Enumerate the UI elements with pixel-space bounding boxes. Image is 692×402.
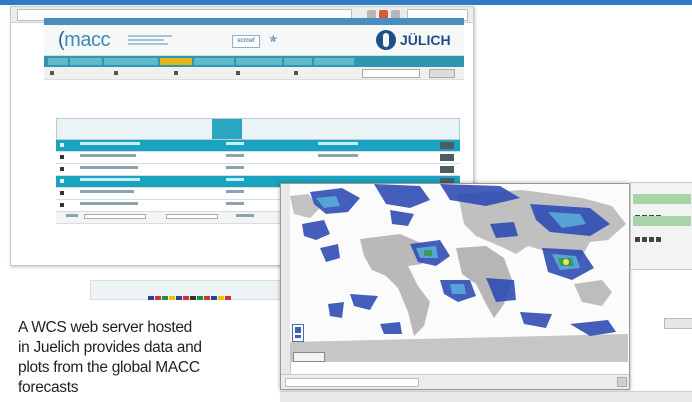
- continue-button[interactable]: [664, 318, 692, 329]
- layer-panel: [630, 182, 692, 270]
- nav-tab-8[interactable]: [314, 58, 354, 65]
- nav-tab-1[interactable]: [48, 58, 68, 65]
- site-navbar: [44, 56, 464, 67]
- table-row[interactable]: [56, 140, 460, 152]
- row-select-icon[interactable]: [60, 191, 64, 195]
- nav-tab-3[interactable]: [104, 58, 158, 65]
- toolbar-item-1[interactable]: [50, 69, 56, 77]
- table-row[interactable]: [56, 164, 460, 176]
- language-flags[interactable]: [148, 296, 231, 300]
- table-header-time-column[interactable]: [212, 119, 242, 139]
- table-row[interactable]: [56, 152, 460, 164]
- toolbar-item-2[interactable]: [114, 69, 120, 77]
- toolbar-search-button[interactable]: [429, 69, 455, 78]
- table-header: [56, 118, 460, 140]
- layer-tools-icons[interactable]: [635, 229, 665, 242]
- toolbar-item-4[interactable]: [236, 69, 242, 77]
- bottom-window-strip: [280, 391, 692, 402]
- map-scale-bar: [293, 352, 325, 362]
- nav-tab-7[interactable]: [284, 58, 312, 65]
- partner-figure-icon: ✯: [269, 34, 278, 45]
- caption-line: forecasts: [18, 379, 79, 396]
- nav-tab-2[interactable]: [70, 58, 102, 65]
- row-action-icons[interactable]: [440, 166, 454, 173]
- row-action-icons[interactable]: [440, 154, 454, 161]
- row-select-icon[interactable]: [60, 167, 64, 171]
- ecmwf-logo: ecmwf: [232, 35, 260, 48]
- row-select-icon[interactable]: [60, 143, 64, 147]
- toolbar-item-5[interactable]: [294, 69, 300, 77]
- viewer-scroll-button[interactable]: [617, 377, 627, 387]
- row-select-icon[interactable]: [60, 179, 64, 183]
- map-viewer-window: [280, 183, 630, 390]
- caption-line: in Juelich provides data and: [18, 339, 202, 356]
- layer-tools-icons[interactable]: [635, 207, 665, 220]
- macc-logo[interactable]: (macc: [58, 29, 110, 52]
- row-select-icon[interactable]: [60, 203, 64, 207]
- layer-item[interactable]: [633, 194, 691, 204]
- section-heading: [44, 80, 464, 90]
- nav-tab-6[interactable]: [236, 58, 282, 65]
- top-accent-rule: [0, 0, 692, 5]
- macc-tagline-graphic: [128, 35, 172, 47]
- row-action-icons[interactable]: [440, 142, 454, 149]
- row-select-icon[interactable]: [60, 155, 64, 159]
- toolbar-item-3[interactable]: [174, 69, 180, 77]
- toolbar-search-input[interactable]: [362, 69, 420, 78]
- julich-logo-text: JÜLICH: [400, 32, 451, 48]
- site-top-strip: [44, 18, 464, 25]
- site-header: (macc ecmwf ✯ JÜLICH: [44, 25, 464, 56]
- data-toolbar: [44, 67, 464, 80]
- layer-item[interactable]: [633, 216, 691, 226]
- global-forecast-map[interactable]: [290, 184, 628, 362]
- time-selector-field[interactable]: [285, 378, 419, 387]
- nav-tab-active[interactable]: [160, 58, 192, 65]
- caption-line: plots from the global MACC: [18, 359, 200, 376]
- slide-caption: A WCS web server hosted in Juelich provi…: [18, 318, 268, 398]
- caption-line: A WCS web server hosted: [18, 319, 193, 336]
- julich-logo-mark: [376, 30, 396, 50]
- zoom-control[interactable]: [292, 324, 304, 342]
- nav-tab-5[interactable]: [194, 58, 234, 65]
- viewer-status-bar: [281, 374, 629, 389]
